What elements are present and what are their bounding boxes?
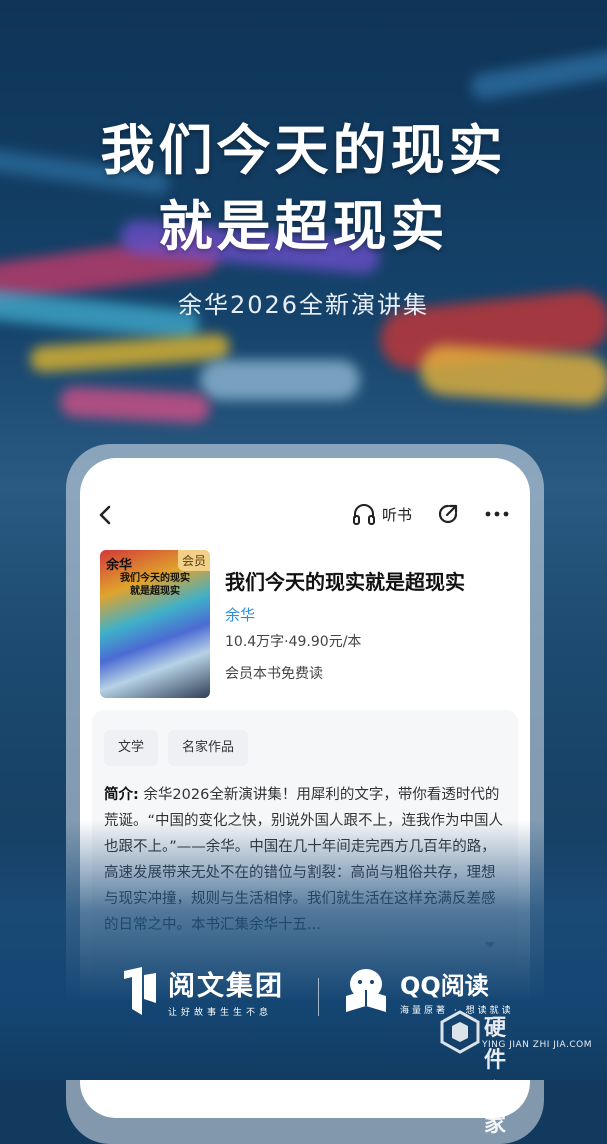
- headline-subtitle: 余华2026全新演讲集: [177, 291, 430, 319]
- tag-literature[interactable]: 文学: [104, 730, 159, 766]
- yuewen-mark-icon: [124, 967, 156, 1015]
- qq-reader-logo: QQ阅读 海量原著 · 想读就读: [342, 966, 514, 1016]
- yuewen-logo: 阅文集团 让好故事生生不息: [122, 964, 284, 1018]
- yuewen-name: 阅文集团: [168, 971, 284, 1002]
- headline-line-2: 就是超现实: [158, 195, 449, 258]
- tag-famous-works[interactable]: 名家作品: [168, 730, 249, 766]
- cover-author: 余华: [106, 558, 133, 573]
- author-link[interactable]: 余华: [225, 604, 255, 625]
- qq-reader-name: QQ阅读: [400, 972, 489, 1000]
- member-note: 会员本书免费读: [225, 666, 323, 682]
- watermark-logo-icon: [440, 1010, 480, 1054]
- headline-line-1: 我们今天的现实: [100, 119, 507, 182]
- share-button[interactable]: [436, 502, 460, 530]
- watermark-name: 硬件之家: [484, 1016, 509, 1137]
- listen-label: 听书: [382, 505, 413, 524]
- book-title: 我们今天的现实就是超现实: [225, 570, 465, 594]
- logo-divider: [318, 978, 319, 1016]
- back-button[interactable]: [98, 504, 112, 532]
- watermark-sub: YING JIAN ZHI JIA.COM: [482, 1040, 593, 1050]
- listen-button[interactable]: 听书: [352, 503, 412, 525]
- qq-reader-mascot-icon: [346, 969, 386, 1012]
- vip-badge: 会员: [177, 550, 210, 571]
- yuewen-slogan: 让好故事生生不息: [168, 1008, 273, 1018]
- chevron-left-icon: [99, 505, 111, 525]
- book-cover[interactable]: 余华 会员 我们今天的现实 就是超现实: [100, 550, 210, 698]
- cover-title-line-1: 我们今天的现实: [120, 573, 190, 584]
- headphones-icon: [353, 504, 375, 525]
- more-dots-icon: [485, 511, 509, 517]
- cover-title-line-2: 就是超现实: [130, 586, 180, 597]
- cover-title: 我们今天的现实 就是超现实: [100, 572, 210, 598]
- intro-label: 简介:: [104, 787, 139, 803]
- watermark: 硬件之家 YING JIAN ZHI JIA.COM: [440, 1010, 592, 1137]
- book-meta: 10.4万字·49.90元/本: [225, 634, 362, 650]
- share-icon: [438, 504, 458, 524]
- more-button[interactable]: [484, 502, 510, 532]
